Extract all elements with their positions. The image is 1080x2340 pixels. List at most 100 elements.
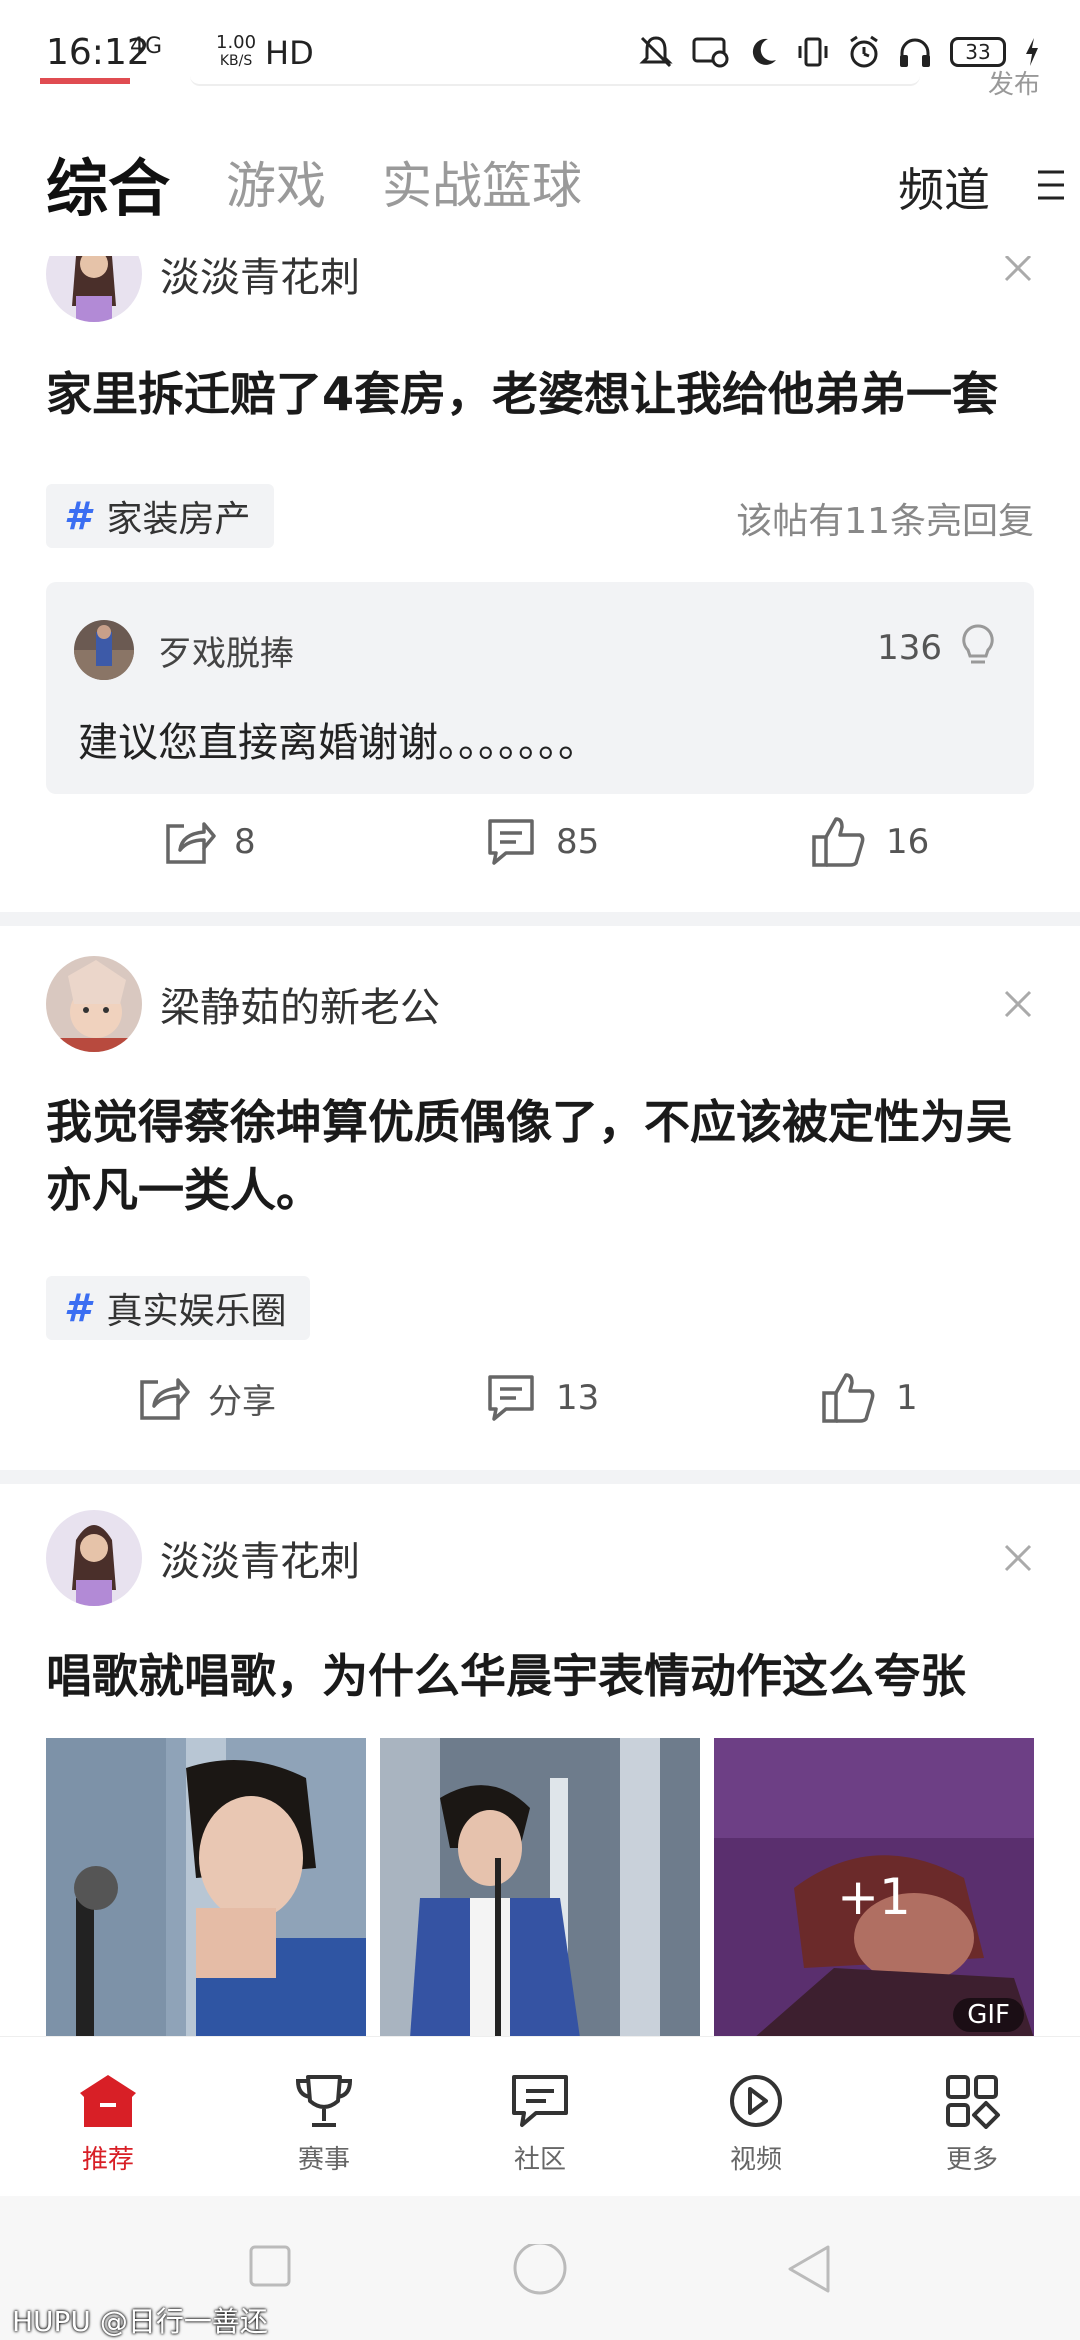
share-label: 分享	[208, 1381, 276, 1422]
comment-button[interactable]: 85	[484, 802, 599, 882]
reply-avatar[interactable]	[74, 620, 134, 680]
post-image[interactable]: +1 GIF	[714, 1738, 1034, 2036]
battery-icon: 33	[950, 37, 1006, 67]
hot-reply[interactable]: 歹戏脱捧 136 建议您直接离婚谢谢。。。。。。。	[46, 582, 1034, 794]
reply-author[interactable]: 歹戏脱捧	[158, 626, 294, 675]
like-count: 16	[886, 822, 930, 862]
alarm-icon	[850, 35, 878, 68]
topic-label: 家装房产	[106, 499, 251, 540]
action-row: 8 85 16	[0, 802, 1080, 882]
nav-recommend[interactable]: 推荐	[48, 2073, 168, 2176]
post-title[interactable]: 我觉得蔡徐坤算优质偶像了，不应该被定性为吴亦凡一类人。	[46, 1088, 1036, 1224]
gif-badge: GIF	[953, 1998, 1024, 2032]
mute-icon	[639, 36, 673, 68]
topic-tag[interactable]: # 家装房产	[46, 484, 275, 548]
comment-count: 85	[556, 822, 600, 862]
category-tabs: 综合 游戏 实战篮球 频道	[0, 116, 1080, 256]
play-icon	[730, 2075, 782, 2127]
post-card[interactable]: 淡淡青花刺 家里拆迁赔了4套房，老婆想让我给他弟弟一套 # 家装房产 该帖有11…	[0, 256, 1080, 912]
topic-hash-icon: #	[64, 494, 91, 538]
topic-label: 真实娱乐圈	[106, 1291, 287, 1332]
author-name[interactable]: 淡淡青花刺	[160, 256, 360, 303]
publish-link[interactable]: 发布	[988, 64, 1040, 101]
comment-count: 13	[556, 1378, 600, 1418]
nav-label: 赛事	[297, 2145, 350, 2175]
post-image[interactable]	[46, 1738, 366, 2036]
close-icon[interactable]	[996, 256, 1040, 290]
close-icon[interactable]	[996, 982, 1040, 1026]
lightbulb-icon[interactable]	[958, 622, 998, 670]
post-image[interactable]	[380, 1738, 700, 2036]
post-divider	[0, 1470, 1080, 1484]
topic-tag[interactable]: # 真实娱乐圈	[46, 1276, 311, 1340]
recent-apps-icon[interactable]	[248, 2244, 292, 2288]
like-button[interactable]: 16	[810, 802, 929, 882]
share-count: 8	[234, 822, 256, 862]
tab-basketball[interactable]: 实战篮球	[382, 146, 582, 218]
nav-events[interactable]: 赛事	[264, 2073, 384, 2176]
menu-icon[interactable]	[1036, 168, 1066, 202]
nav-label: 视频	[729, 2145, 782, 2175]
watermark: HUPU @日行一善还	[12, 2305, 268, 2338]
status-icons: 33	[638, 30, 1040, 74]
share-icon	[166, 822, 216, 864]
status-bar: 16:12 4G 1.00 KB/S HD 33 发布	[0, 0, 1080, 110]
like-button[interactable]: 1	[820, 1358, 918, 1438]
trophy-icon	[295, 2075, 353, 2127]
post-title[interactable]: 家里拆迁赔了4套房，老婆想让我给他弟弟一套	[46, 360, 1036, 428]
post-card[interactable]: 梁静茹的新老公 我觉得蔡徐坤算优质偶像了，不应该被定性为吴亦凡一类人。 # 真实…	[0, 926, 1080, 1470]
grid-icon	[946, 2075, 1000, 2129]
charging-icon	[1026, 38, 1038, 66]
vibrate-icon	[798, 37, 828, 67]
reply-light-count: 136	[877, 628, 942, 668]
back-icon[interactable]	[786, 2244, 832, 2294]
author-name[interactable]: 梁静茹的新老公	[160, 975, 440, 1033]
network-type: 4G	[130, 34, 164, 59]
close-icon[interactable]	[996, 1536, 1040, 1580]
thumbs-up-icon	[812, 817, 865, 867]
post-divider	[0, 912, 1080, 926]
author-row[interactable]: 淡淡青花刺	[46, 1510, 360, 1606]
hd-indicator: HD	[265, 34, 314, 72]
home-icon	[80, 2075, 136, 2127]
network-speed-value: 1.00	[216, 32, 257, 53]
nav-community[interactable]: 社区	[480, 2073, 600, 2176]
network-speed: 1.00 KB/S	[216, 34, 256, 70]
avatar[interactable]	[46, 256, 142, 322]
share-button[interactable]: 分享	[134, 1358, 276, 1438]
post-title[interactable]: 唱歌就唱歌，为什么华晨宇表情动作这么夸张	[46, 1642, 1036, 1710]
share-icon	[140, 1378, 190, 1420]
thumbs-up-icon	[822, 1373, 875, 1423]
nav-label: 更多	[945, 2145, 998, 2175]
topic-hash-icon: #	[64, 1286, 91, 1330]
home-button-icon[interactable]	[512, 2244, 568, 2300]
comment-button[interactable]: 13	[484, 1358, 599, 1438]
share-button[interactable]: 8	[160, 802, 256, 882]
search-bar-edge[interactable]	[190, 76, 920, 86]
avatar[interactable]	[46, 956, 142, 1052]
nav-more[interactable]: 更多	[912, 2073, 1032, 2176]
nav-label: 社区	[513, 2145, 566, 2175]
nav-label: 推荐	[81, 2145, 134, 2175]
nav-video[interactable]: 视频	[696, 2073, 816, 2176]
image-grid: +1 GIF	[46, 1738, 1034, 2036]
bottom-navigation: 推荐 赛事 社区 视频 更多	[0, 2036, 1080, 2196]
author-name[interactable]: 淡淡青花刺	[160, 1529, 360, 1587]
lit-replies-count[interactable]: 该帖有11条亮回复	[736, 492, 1034, 544]
post-card[interactable]: 淡淡青花刺 唱歌就唱歌，为什么华晨宇表情动作这么夸张 +1 GIF	[0, 1484, 1080, 2036]
headphones-icon	[900, 38, 930, 67]
screen-cast-icon	[692, 37, 729, 68]
reply-text: 建议您直接离婚谢谢。。。。。。。	[78, 720, 598, 766]
channel-button[interactable]: 频道	[898, 154, 990, 220]
post-feed: 淡淡青花刺 家里拆迁赔了4套房，老婆想让我给他弟弟一套 # 家装房产 该帖有11…	[0, 256, 1080, 2036]
action-row: 分享 13 1	[0, 1358, 1080, 1438]
tab-zonghe[interactable]: 综合	[46, 138, 170, 228]
avatar[interactable]	[46, 1510, 142, 1606]
network-speed-unit: KB/S	[219, 53, 253, 69]
comment-icon	[488, 1375, 534, 1421]
author-row[interactable]: 淡淡青花刺	[46, 256, 360, 322]
hidden-logo-edge	[40, 78, 130, 84]
tab-games[interactable]: 游戏	[226, 146, 326, 218]
like-count: 1	[896, 1378, 918, 1418]
author-row[interactable]: 梁静茹的新老公	[46, 956, 440, 1052]
